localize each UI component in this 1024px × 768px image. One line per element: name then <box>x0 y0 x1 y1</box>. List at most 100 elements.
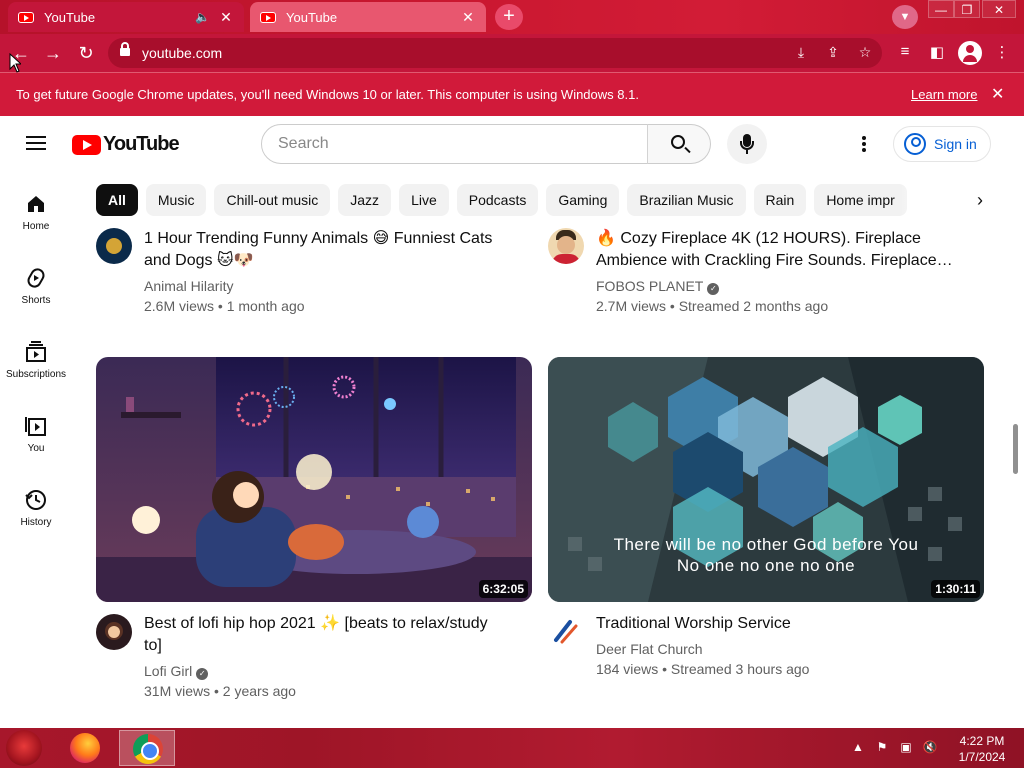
thumbnail-caption-line1: There will be no other God before You <box>614 535 919 554</box>
tab-title: YouTube <box>286 9 338 25</box>
start-button[interactable] <box>6 730 42 766</box>
chip-podcasts[interactable]: Podcasts <box>456 184 539 216</box>
learn-more-link[interactable]: Learn more <box>911 87 977 102</box>
tab-search-chevron-icon[interactable]: ▼ <box>892 5 918 29</box>
window-close-button[interactable]: ✕ <box>982 0 1016 18</box>
youtube-page: YouTube Sign in AllMusicChill-out musicJ… <box>0 116 1024 728</box>
rail-item-you[interactable]: You <box>0 414 72 454</box>
browser-toolbar: ← → ↻ youtube.com ⤓ ⇪ ☆ ≡ ◧ ⋮ <box>0 34 1024 72</box>
rail-item-shorts[interactable]: Shorts <box>0 266 72 306</box>
video-title[interactable]: 1 Hour Trending Funny Animals 😅 Funniest… <box>144 228 524 272</box>
voice-search-button[interactable] <box>727 124 767 164</box>
chip-music[interactable]: Music <box>145 184 207 216</box>
rail-label: Home <box>22 221 50 232</box>
lock-icon[interactable] <box>120 42 130 58</box>
youtube-play-logo-icon <box>72 134 101 155</box>
mouse-cursor-icon <box>9 53 21 73</box>
clock-date: 1/7/2024 <box>958 750 1006 764</box>
taskbar-chrome[interactable] <box>119 730 175 766</box>
home-icon <box>24 192 48 216</box>
chip-jazz[interactable]: Jazz <box>338 184 392 216</box>
tab-close-icon[interactable]: ✕ <box>460 9 476 26</box>
history-icon <box>24 488 48 512</box>
forward-button[interactable]: → <box>42 42 64 64</box>
side-panel-icon[interactable]: ◧ <box>927 43 947 61</box>
account-circle-icon <box>904 133 926 155</box>
tab-youtube-active[interactable]: YouTube 🔈 ✕ <box>8 2 244 32</box>
clock-time: 4:22 PM <box>959 734 1005 748</box>
share-icon[interactable]: ⇪ <box>824 44 842 61</box>
firefox-icon <box>70 733 100 763</box>
tab-close-icon[interactable]: ✕ <box>218 9 234 26</box>
channel-name[interactable]: Animal Hilarity <box>144 278 233 294</box>
tab-youtube-inactive[interactable]: YouTube ✕ <box>250 2 486 32</box>
bookmark-star-icon[interactable]: ☆ <box>856 44 874 61</box>
new-tab-button[interactable]: + <box>495 4 523 30</box>
page-scrollbar[interactable] <box>1013 424 1018 474</box>
address-bar[interactable]: youtube.com ⤓ ⇪ ☆ <box>108 38 882 68</box>
thumbnail-caption-line2: No one no one no one <box>677 556 855 575</box>
rail-label: History <box>20 517 52 528</box>
rail-item-history[interactable]: History <box>0 488 72 528</box>
search-button[interactable] <box>647 124 711 164</box>
chip-home-improvement[interactable]: Home impr <box>814 184 907 216</box>
video-title[interactable]: Best of lofi hip hop 2021 ✨ [beats to re… <box>144 613 524 657</box>
update-infobar: To get future Google Chrome updates, you… <box>0 72 1024 116</box>
restore-button[interactable]: ❐ <box>954 0 980 18</box>
video-stats: 31M views • 2 years ago <box>144 683 296 699</box>
search-icon <box>671 135 685 149</box>
infobar-close-icon[interactable]: ✕ <box>991 84 1004 104</box>
subscriptions-icon <box>24 340 48 364</box>
show-hidden-icons-chevron-icon[interactable]: ▲ <box>850 740 866 754</box>
tab-title: YouTube <box>44 9 96 25</box>
video-stats: 184 views • Streamed 3 hours ago <box>596 661 810 677</box>
video-thumbnail[interactable]: There will be no other God before You No… <box>548 357 984 602</box>
action-center-flag-icon[interactable]: ⚑ <box>874 740 890 754</box>
channel-avatar[interactable] <box>548 228 584 264</box>
rail-item-subscriptions[interactable]: Subscriptions <box>0 340 72 380</box>
chip-brazilian-music[interactable]: Brazilian Music <box>627 184 746 216</box>
video-duration: 1:30:11 <box>931 580 980 598</box>
chip-live[interactable]: Live <box>399 184 449 216</box>
chip-all[interactable]: All <box>96 184 138 216</box>
verified-badge-icon: ✓ <box>707 283 720 295</box>
chrome-icon <box>133 734 163 764</box>
search-box[interactable] <box>261 124 648 164</box>
system-clock[interactable]: 4:22 PM 1/7/2024 <box>952 733 1012 765</box>
channel-name[interactable]: FOBOS PLANET ✓ <box>596 278 720 295</box>
chips-next-chevron-icon[interactable]: › <box>968 188 992 212</box>
video-thumbnail[interactable]: 6:32:05 <box>96 357 532 602</box>
search-input[interactable] <box>278 135 628 153</box>
network-icon[interactable]: ▣ <box>898 740 914 754</box>
video-title[interactable]: Traditional Worship Service <box>596 613 976 635</box>
sign-in-label: Sign in <box>934 136 977 152</box>
speaker-icon[interactable]: 🔈 <box>195 10 210 24</box>
youtube-logo[interactable]: YouTube <box>72 133 180 156</box>
chrome-menu-icon[interactable]: ⋮ <box>992 43 1012 61</box>
channel-avatar[interactable] <box>96 228 132 264</box>
taskbar-firefox[interactable] <box>58 730 114 766</box>
video-title[interactable]: 🔥 Cozy Fireplace 4K (12 HOURS). Fireplac… <box>596 228 976 272</box>
volume-muted-icon[interactable]: 🔇 <box>922 740 938 754</box>
verified-badge-icon: ✓ <box>196 668 209 680</box>
channel-name[interactable]: Lofi Girl ✓ <box>144 663 209 680</box>
reading-list-icon[interactable]: ≡ <box>895 43 915 60</box>
guide-menu-icon[interactable] <box>26 136 46 150</box>
channel-avatar[interactable] <box>96 614 132 650</box>
sign-in-button[interactable]: Sign in <box>893 126 991 162</box>
video-stats: 2.7M views • Streamed 2 months ago <box>596 298 829 314</box>
reload-button[interactable]: ↻ <box>75 42 97 64</box>
rail-item-home[interactable]: Home <box>0 192 72 232</box>
channel-avatar[interactable] <box>548 614 584 650</box>
profile-avatar-icon[interactable] <box>958 41 982 65</box>
install-app-icon[interactable]: ⤓ <box>792 44 810 61</box>
youtube-favicon-icon <box>260 11 276 23</box>
channel-name[interactable]: Deer Flat Church <box>596 641 703 657</box>
shorts-icon <box>24 266 48 290</box>
settings-more-icon[interactable] <box>862 136 866 152</box>
url-text[interactable]: youtube.com <box>142 45 222 61</box>
chip-gaming[interactable]: Gaming <box>546 184 620 216</box>
minimize-button[interactable]: — <box>928 0 954 18</box>
chip-chill-out-music[interactable]: Chill-out music <box>214 184 331 216</box>
chip-rain[interactable]: Rain <box>753 184 807 216</box>
